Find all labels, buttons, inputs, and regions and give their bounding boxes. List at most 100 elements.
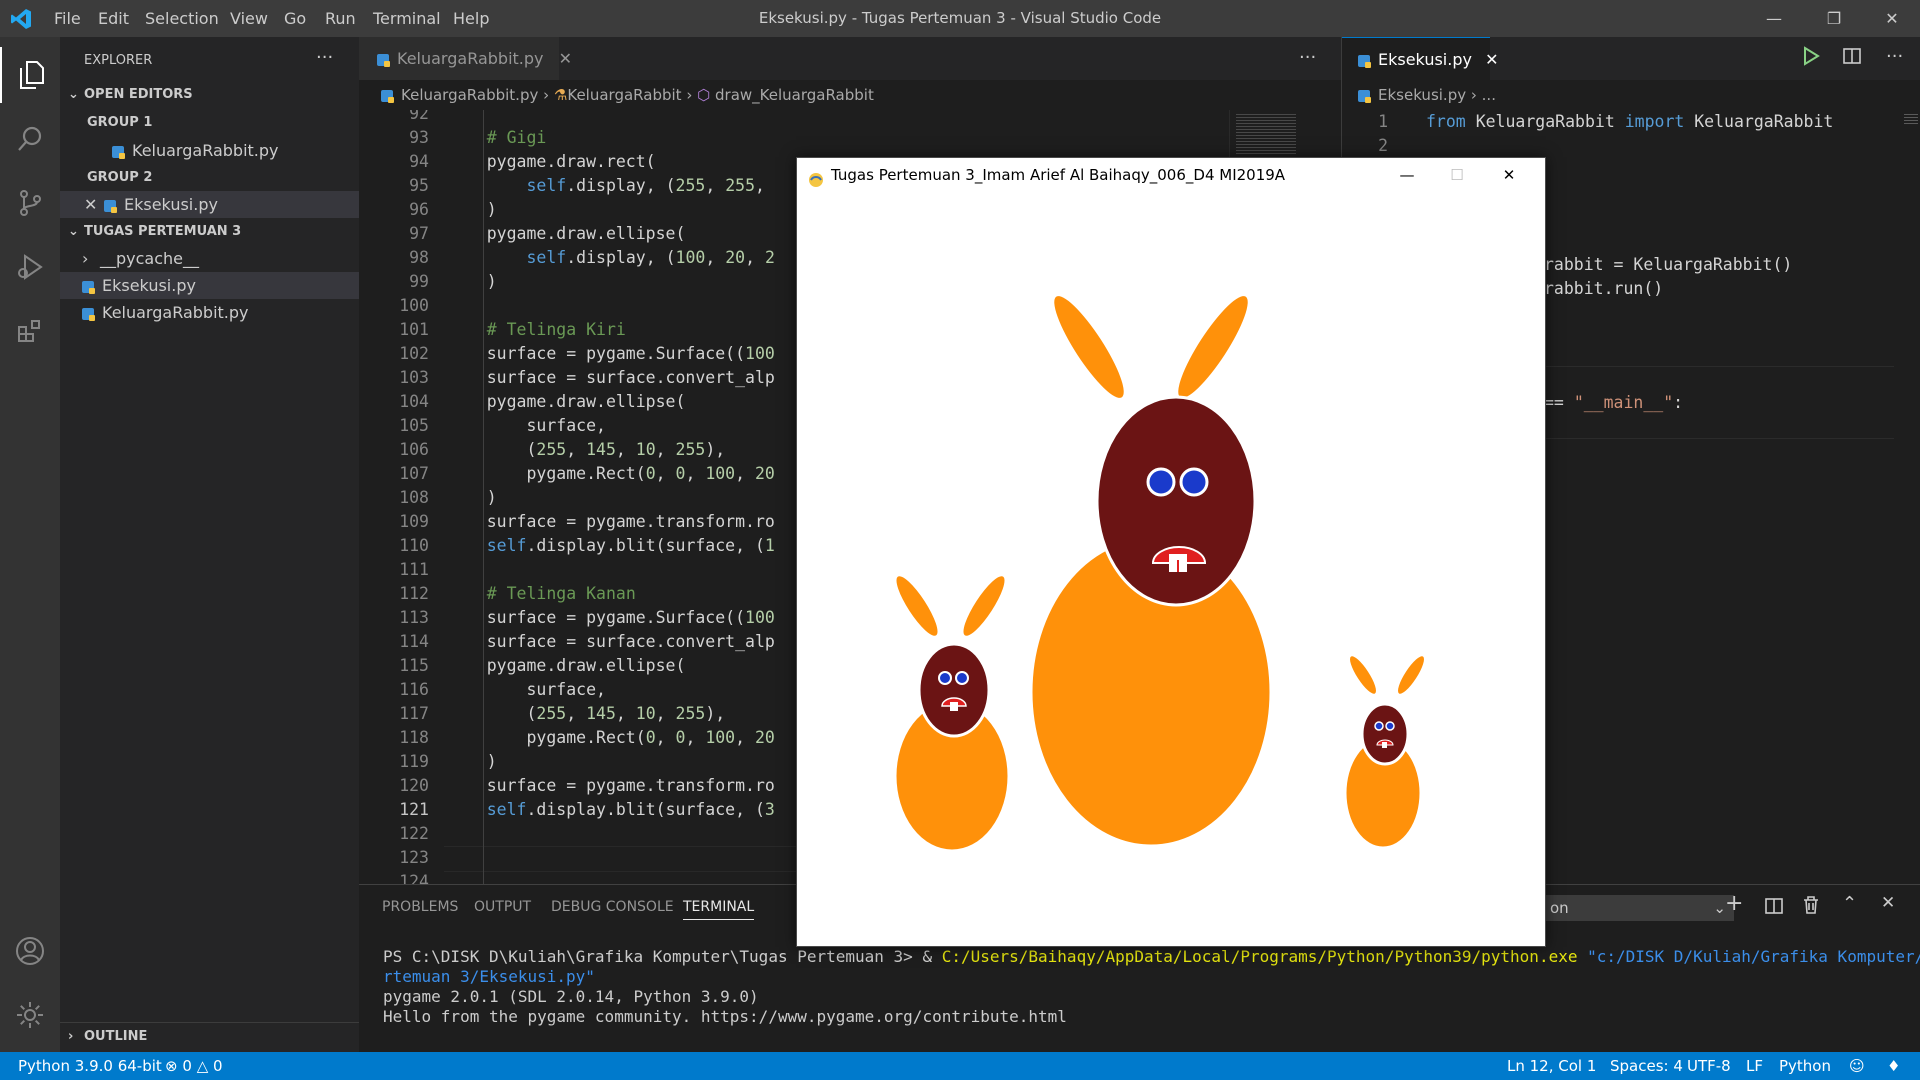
- restore-icon[interactable]: ❐: [1811, 0, 1857, 37]
- split-editor-icon[interactable]: [1842, 46, 1862, 70]
- line-number: 95: [409, 176, 429, 195]
- maximize-icon[interactable]: ☐: [1437, 158, 1477, 193]
- breadcrumb-file[interactable]: Eksekusi.py: [1378, 86, 1466, 104]
- chevron-right-icon: ›: [686, 86, 698, 104]
- editor-more-icon[interactable]: ···: [1886, 46, 1903, 67]
- menu-selection[interactable]: Selection: [145, 0, 219, 37]
- code-text: (255, 145, 10, 255),: [447, 704, 726, 723]
- code-text: surface = surface.convert_alp: [447, 632, 775, 651]
- folder-label: __pycache__: [100, 249, 200, 268]
- line-number: 111: [399, 560, 429, 579]
- line-number: 114: [399, 632, 429, 651]
- explorer-icon[interactable]: [0, 47, 62, 103]
- tab-eksekusi[interactable]: Eksekusi.py ✕: [1342, 37, 1498, 80]
- file-label: KeluargaRabbit.py: [132, 141, 279, 160]
- menu-file[interactable]: File: [54, 0, 81, 37]
- minimap-lines: [1904, 114, 1918, 126]
- minimize-icon[interactable]: —: [1751, 0, 1797, 37]
- minimap-2[interactable]: [1902, 110, 1920, 921]
- notifications-bell-icon[interactable]: ♦: [1887, 1052, 1900, 1080]
- source-control-icon[interactable]: [0, 175, 60, 231]
- file-label: Eksekusi.py: [124, 195, 218, 214]
- tab-debug-console[interactable]: DEBUG CONSOLE: [551, 899, 674, 915]
- cursor-position[interactable]: Ln 12, Col 1: [1507, 1052, 1596, 1080]
- run-debug-icon[interactable]: [0, 239, 60, 295]
- end-of-line[interactable]: LF: [1746, 1052, 1763, 1080]
- terminal-select[interactable]: on ⌄: [1544, 895, 1734, 921]
- rabbit-ear-left: [896, 576, 938, 636]
- chevron-right-icon: ›: [68, 1029, 74, 1044]
- code-text: pygame.Rect(0, 0, 100, 20: [447, 464, 775, 483]
- split-terminal-icon[interactable]: [1765, 897, 1783, 919]
- code-text: surface = pygame.transform.ro: [447, 512, 775, 531]
- breadcrumb-ellipsis[interactable]: ...: [1482, 86, 1496, 104]
- close-tab-icon[interactable]: ✕: [559, 49, 572, 68]
- code-text: pygame.draw.ellipse(: [447, 656, 686, 675]
- python-file-icon: [82, 280, 95, 294]
- tab-output[interactable]: OUTPUT: [474, 899, 531, 915]
- line-number: 120: [399, 776, 429, 795]
- code-text: self.display.blit(surface, (3: [486, 800, 775, 819]
- open-editors-section[interactable]: ⌄ OPEN EDITORS: [60, 81, 367, 108]
- problems-indicator[interactable]: ⊗ 0 △ 0: [165, 1052, 223, 1080]
- close-panel-icon[interactable]: ✕: [1881, 893, 1895, 913]
- close-tab-icon[interactable]: ✕: [1485, 50, 1498, 69]
- divider: [1544, 438, 1894, 439]
- file-keluargarabbit[interactable]: KeluargaRabbit.py: [60, 299, 381, 326]
- settings-gear-icon[interactable]: [0, 987, 60, 1043]
- chevron-down-icon: ⌄: [68, 224, 79, 239]
- breadcrumb-method[interactable]: draw_KeluargaRabbit: [715, 86, 874, 104]
- class-name: KeluargaRabbit: [1694, 112, 1834, 131]
- outline-section[interactable]: › OUTLINE: [60, 1022, 367, 1050]
- language-mode[interactable]: Python: [1779, 1052, 1831, 1080]
- code-line-main-check: == "__main__":: [1544, 391, 1683, 415]
- menu-edit[interactable]: Edit: [98, 0, 129, 37]
- code-text: surface,: [447, 416, 606, 435]
- line-number: 110: [399, 536, 429, 555]
- menu-terminal[interactable]: Terminal: [373, 0, 441, 37]
- tab-terminal[interactable]: TERMINAL: [683, 899, 755, 920]
- search-icon[interactable]: [0, 111, 60, 167]
- menu-view[interactable]: View: [230, 0, 268, 37]
- chevron-down-icon: ⌄: [68, 87, 79, 102]
- tab-keluargarabbit[interactable]: KeluargaRabbit.py ✕: [359, 37, 572, 80]
- run-python-file-icon[interactable]: [1802, 46, 1820, 70]
- extensions-icon[interactable]: [0, 303, 60, 359]
- breadcrumb-file[interactable]: KeluargaRabbit.py: [401, 86, 538, 104]
- new-terminal-icon[interactable]: +: [1725, 891, 1743, 916]
- line-number: 2: [1378, 136, 1388, 155]
- open-editor-eksekusi[interactable]: ✕ Eksekusi.py: [60, 191, 359, 218]
- menu-help[interactable]: Help: [453, 0, 489, 37]
- title-bar: File Edit Selection View Go Run Terminal…: [0, 0, 1920, 37]
- string: "__main__": [1573, 393, 1674, 412]
- folder-section[interactable]: ⌄ TUGAS PERTEMUAN 3: [60, 218, 367, 245]
- line-number: 119: [399, 752, 429, 771]
- line-number: 98: [409, 248, 429, 267]
- trash-icon[interactable]: [1803, 896, 1819, 918]
- code-text: pygame.draw.ellipse(: [447, 392, 686, 411]
- line-number: 102: [399, 344, 429, 363]
- line-number: 103: [399, 368, 429, 387]
- editor-more-icon[interactable]: ···: [1299, 47, 1316, 68]
- more-actions-icon[interactable]: ···: [316, 47, 333, 68]
- file-eksekusi[interactable]: Eksekusi.py: [60, 272, 359, 299]
- python-interpreter[interactable]: Python 3.9.0 64-bit: [18, 1052, 162, 1080]
- indentation[interactable]: Spaces: 4: [1610, 1052, 1683, 1080]
- minimize-icon[interactable]: —: [1387, 158, 1427, 193]
- pygame-titlebar: Tugas Pertemuan 3_Imam Arief Al Baihaqy_…: [797, 158, 1545, 193]
- menu-run[interactable]: Run: [325, 0, 356, 37]
- feedback-icon[interactable]: ☺: [1849, 1052, 1865, 1080]
- rabbit-teeth: [950, 702, 958, 711]
- line-number: 106: [399, 440, 429, 459]
- close-icon[interactable]: ✕: [1489, 158, 1529, 193]
- folder-pycache[interactable]: › __pycache__: [60, 245, 381, 272]
- menu-go[interactable]: Go: [284, 0, 306, 37]
- encoding[interactable]: UTF-8: [1687, 1052, 1731, 1080]
- maximize-panel-icon[interactable]: ⌃: [1842, 893, 1857, 914]
- tab-problems[interactable]: PROBLEMS: [382, 899, 458, 915]
- rabbit-head: [1360, 702, 1410, 766]
- close-icon[interactable]: ✕: [1869, 0, 1915, 37]
- close-editor-icon[interactable]: ✕: [84, 191, 104, 218]
- account-icon[interactable]: [0, 923, 60, 979]
- breadcrumb-class[interactable]: KeluargaRabbit: [567, 86, 681, 104]
